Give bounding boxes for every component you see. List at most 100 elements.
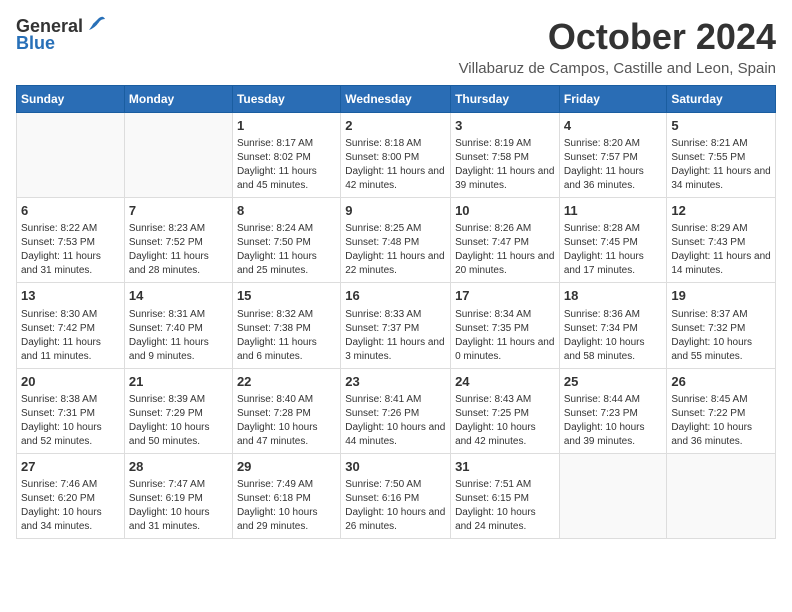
day-info: Sunrise: 8:17 AM Sunset: 8:02 PM Dayligh… — [237, 137, 336, 193]
calendar-cell: 12 Sunrise: 8:29 AM Sunset: 7:43 PM Dayli… — [667, 198, 776, 283]
calendar-cell: 18 Sunrise: 8:36 AM Sunset: 7:34 PM Dayli… — [559, 283, 667, 368]
calendar-cell: 29Sunrise: 7:49 AM Sunset: 6:18 PM Dayli… — [232, 453, 340, 538]
day-number: 2 — [345, 117, 446, 135]
day-number: 9 — [345, 202, 446, 220]
day-number: 14 — [129, 287, 228, 305]
day-info: Sunrise: 7:50 AM Sunset: 6:16 PM Dayligh… — [345, 478, 446, 534]
week-row-1: 6 Sunrise: 8:22 AM Sunset: 7:53 PM Daylig… — [17, 198, 776, 283]
day-info: Sunrise: 8:33 AM Sunset: 7:37 PM Dayligh… — [345, 308, 446, 364]
day-info: Sunrise: 8:40 AM Sunset: 7:28 PM Dayligh… — [237, 393, 336, 449]
day-info: Sunrise: 7:47 AM Sunset: 6:19 PM Dayligh… — [129, 478, 228, 534]
day-info: Sunrise: 8:28 AM Sunset: 7:45 PM Dayligh… — [564, 222, 663, 278]
day-info: Sunrise: 8:23 AM Sunset: 7:52 PM Dayligh… — [129, 222, 228, 278]
day-info: Sunrise: 8:18 AM Sunset: 8:00 PM Dayligh… — [345, 137, 446, 193]
day-info: Sunrise: 8:30 AM Sunset: 7:42 PM Dayligh… — [21, 308, 120, 364]
day-number: 30 — [345, 458, 446, 476]
weekday-header-thursday: Thursday — [451, 86, 560, 113]
day-info: Sunrise: 7:46 AM Sunset: 6:20 PM Dayligh… — [21, 478, 120, 534]
day-info: Sunrise: 7:51 AM Sunset: 6:15 PM Dayligh… — [455, 478, 555, 534]
calendar-cell: 19 Sunrise: 8:37 AM Sunset: 7:32 PM Dayli… — [667, 283, 776, 368]
calendar-cell: 8 Sunrise: 8:24 AM Sunset: 7:50 PM Daylig… — [232, 198, 340, 283]
day-info: Sunrise: 8:38 AM Sunset: 7:31 PM Dayligh… — [21, 393, 120, 449]
day-number: 31 — [455, 458, 555, 476]
week-row-2: 13 Sunrise: 8:30 AM Sunset: 7:42 PM Dayli… — [17, 283, 776, 368]
calendar-cell: 20 Sunrise: 8:38 AM Sunset: 7:31 PM Dayli… — [17, 368, 125, 453]
day-number: 5 — [671, 117, 771, 135]
logo-bird-icon — [85, 14, 107, 36]
weekday-header-friday: Friday — [559, 86, 667, 113]
calendar-cell — [17, 113, 125, 198]
weekday-header-tuesday: Tuesday — [232, 86, 340, 113]
day-info: Sunrise: 8:19 AM Sunset: 7:58 PM Dayligh… — [455, 137, 555, 193]
day-info: Sunrise: 8:44 AM Sunset: 7:23 PM Dayligh… — [564, 393, 663, 449]
day-number: 21 — [129, 373, 228, 391]
calendar-cell: 4Sunrise: 8:20 AM Sunset: 7:57 PM Daylig… — [559, 113, 667, 198]
day-info: Sunrise: 8:26 AM Sunset: 7:47 PM Dayligh… — [455, 222, 555, 278]
calendar-cell: 11 Sunrise: 8:28 AM Sunset: 7:45 PM Dayli… — [559, 198, 667, 283]
day-number: 16 — [345, 287, 446, 305]
calendar-cell: 31 Sunrise: 7:51 AM Sunset: 6:15 PM Dayli… — [451, 453, 560, 538]
location-title: Villabaruz de Campos, Castille and Leon,… — [459, 60, 776, 77]
calendar-cell: 22Sunrise: 8:40 AM Sunset: 7:28 PM Dayli… — [232, 368, 340, 453]
day-info: Sunrise: 8:25 AM Sunset: 7:48 PM Dayligh… — [345, 222, 446, 278]
day-number: 23 — [345, 373, 446, 391]
day-info: Sunrise: 8:36 AM Sunset: 7:34 PM Dayligh… — [564, 308, 663, 364]
day-info: Sunrise: 7:49 AM Sunset: 6:18 PM Dayligh… — [237, 478, 336, 534]
calendar-cell — [124, 113, 232, 198]
title-block: October 2024 Villabaruz de Campos, Casti… — [459, 16, 776, 77]
day-number: 20 — [21, 373, 120, 391]
day-number: 24 — [455, 373, 555, 391]
day-info: Sunrise: 8:22 AM Sunset: 7:53 PM Dayligh… — [21, 222, 120, 278]
day-info: Sunrise: 8:39 AM Sunset: 7:29 PM Dayligh… — [129, 393, 228, 449]
weekday-header-row: SundayMondayTuesdayWednesdayThursdayFrid… — [17, 86, 776, 113]
day-number: 27 — [21, 458, 120, 476]
day-info: Sunrise: 8:45 AM Sunset: 7:22 PM Dayligh… — [671, 393, 771, 449]
calendar-cell: 30 Sunrise: 7:50 AM Sunset: 6:16 PM Dayli… — [341, 453, 451, 538]
day-info: Sunrise: 8:20 AM Sunset: 7:57 PM Dayligh… — [564, 137, 663, 193]
day-info: Sunrise: 8:21 AM Sunset: 7:55 PM Dayligh… — [671, 137, 771, 193]
calendar-cell: 3Sunrise: 8:19 AM Sunset: 7:58 PM Daylig… — [451, 113, 560, 198]
day-number: 11 — [564, 202, 663, 220]
logo: General Blue — [16, 16, 107, 54]
day-number: 15 — [237, 287, 336, 305]
week-row-4: 27 Sunrise: 7:46 AM Sunset: 6:20 PM Dayli… — [17, 453, 776, 538]
calendar-cell: 17 Sunrise: 8:34 AM Sunset: 7:35 PM Dayli… — [451, 283, 560, 368]
calendar-cell: 7 Sunrise: 8:23 AM Sunset: 7:52 PM Daylig… — [124, 198, 232, 283]
calendar-cell: 27 Sunrise: 7:46 AM Sunset: 6:20 PM Dayli… — [17, 453, 125, 538]
day-number: 8 — [237, 202, 336, 220]
day-info: Sunrise: 8:29 AM Sunset: 7:43 PM Dayligh… — [671, 222, 771, 278]
day-info: Sunrise: 8:24 AM Sunset: 7:50 PM Dayligh… — [237, 222, 336, 278]
calendar-cell: 25Sunrise: 8:44 AM Sunset: 7:23 PM Dayli… — [559, 368, 667, 453]
week-row-3: 20 Sunrise: 8:38 AM Sunset: 7:31 PM Dayli… — [17, 368, 776, 453]
day-number: 19 — [671, 287, 771, 305]
day-number: 12 — [671, 202, 771, 220]
day-number: 6 — [21, 202, 120, 220]
day-number: 13 — [21, 287, 120, 305]
day-number: 1 — [237, 117, 336, 135]
logo-blue: Blue — [16, 33, 55, 53]
calendar-table: SundayMondayTuesdayWednesdayThursdayFrid… — [16, 85, 776, 539]
calendar-cell: 14Sunrise: 8:31 AM Sunset: 7:40 PM Dayli… — [124, 283, 232, 368]
day-info: Sunrise: 8:34 AM Sunset: 7:35 PM Dayligh… — [455, 308, 555, 364]
calendar-cell: 24Sunrise: 8:43 AM Sunset: 7:25 PM Dayli… — [451, 368, 560, 453]
day-number: 10 — [455, 202, 555, 220]
weekday-header-sunday: Sunday — [17, 86, 125, 113]
calendar-cell: 10 Sunrise: 8:26 AM Sunset: 7:47 PM Dayli… — [451, 198, 560, 283]
week-row-0: 1 Sunrise: 8:17 AM Sunset: 8:02 PM Daylig… — [17, 113, 776, 198]
day-number: 18 — [564, 287, 663, 305]
day-number: 26 — [671, 373, 771, 391]
calendar-cell: 21 Sunrise: 8:39 AM Sunset: 7:29 PM Dayli… — [124, 368, 232, 453]
month-title: October 2024 — [459, 16, 776, 58]
calendar-cell: 15Sunrise: 8:32 AM Sunset: 7:38 PM Dayli… — [232, 283, 340, 368]
day-number: 17 — [455, 287, 555, 305]
day-number: 7 — [129, 202, 228, 220]
weekday-header-saturday: Saturday — [667, 86, 776, 113]
day-info: Sunrise: 8:37 AM Sunset: 7:32 PM Dayligh… — [671, 308, 771, 364]
weekday-header-wednesday: Wednesday — [341, 86, 451, 113]
calendar-cell: 2 Sunrise: 8:18 AM Sunset: 8:00 PM Daylig… — [341, 113, 451, 198]
calendar-cell — [559, 453, 667, 538]
day-info: Sunrise: 8:41 AM Sunset: 7:26 PM Dayligh… — [345, 393, 446, 449]
calendar-cell: 26 Sunrise: 8:45 AM Sunset: 7:22 PM Dayli… — [667, 368, 776, 453]
calendar-cell: 13 Sunrise: 8:30 AM Sunset: 7:42 PM Dayli… — [17, 283, 125, 368]
weekday-header-monday: Monday — [124, 86, 232, 113]
